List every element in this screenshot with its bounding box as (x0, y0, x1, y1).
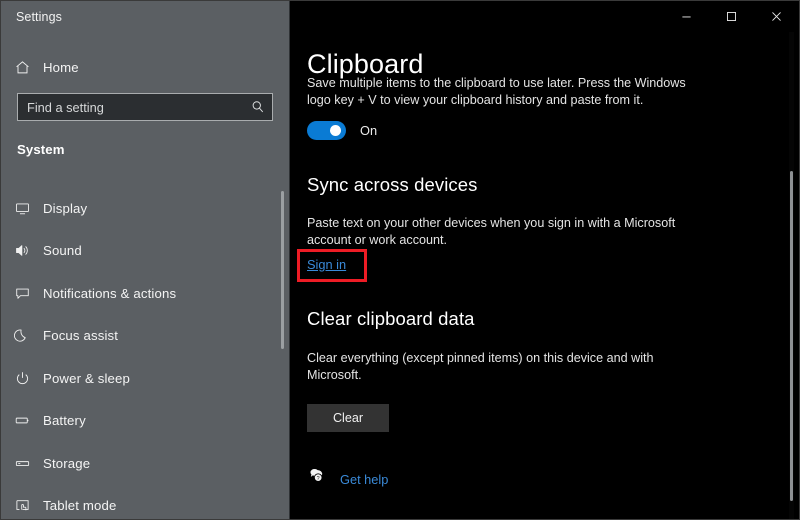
sync-section-description: Paste text on your other devices when yo… (307, 215, 702, 249)
window-controls (664, 1, 799, 32)
toggle-state-label: On (360, 123, 377, 138)
clear-section-description: Clear everything (except pinned items) o… (307, 350, 702, 384)
get-help-link[interactable]: ? Get help (307, 469, 388, 489)
sidebar-item-focus-assist[interactable]: Focus assist (1, 315, 276, 358)
tablet-hand-icon (1, 497, 43, 514)
sidebar-item-sound-label: Sound (43, 243, 82, 258)
sidebar-item-home[interactable]: Home (1, 54, 276, 81)
sidebar-item-storage-label: Storage (43, 456, 90, 471)
close-button[interactable] (754, 1, 799, 32)
maximize-button[interactable] (709, 1, 754, 32)
search-box[interactable] (17, 93, 273, 121)
sidebar-item-power-sleep-label: Power & sleep (43, 371, 130, 386)
sidebar-scrollbar[interactable] (281, 191, 284, 349)
monitor-icon (1, 200, 43, 217)
sidebar-item-storage[interactable]: Storage (1, 442, 276, 485)
sidebar-item-battery[interactable]: Battery (1, 400, 276, 443)
sidebar-item-notifications[interactable]: Notifications & actions (1, 272, 276, 315)
clear-button[interactable]: Clear (307, 404, 389, 432)
main-content: Clipboard Save multiple items to the cli… (290, 1, 799, 519)
sidebar-nav-list: Display Sound Notifica (1, 187, 276, 519)
sidebar-item-notifications-label: Notifications & actions (43, 286, 176, 301)
sidebar-item-home-label: Home (43, 60, 79, 75)
help-bubble-icon: ? (307, 469, 324, 489)
sidebar: Settings Home System (1, 1, 290, 519)
main-scrollbar[interactable] (790, 171, 793, 501)
svg-text:?: ? (317, 476, 320, 482)
get-help-label: Get help (340, 472, 388, 487)
battery-icon (1, 412, 43, 429)
notification-bubble-icon (1, 285, 43, 302)
sign-in-link[interactable]: Sign in (307, 257, 346, 272)
clear-section-heading: Clear clipboard data (307, 308, 475, 330)
sidebar-group-heading: System (17, 142, 65, 157)
minimize-button[interactable] (664, 1, 709, 32)
speaker-icon (1, 242, 43, 259)
home-icon (1, 59, 43, 76)
sidebar-item-display-label: Display (43, 201, 87, 216)
sidebar-item-sound[interactable]: Sound (1, 230, 276, 273)
clipboard-history-toggle[interactable]: On (307, 121, 377, 140)
app-title: Settings (16, 10, 62, 24)
sidebar-item-power-sleep[interactable]: Power & sleep (1, 357, 276, 400)
toggle-switch[interactable] (307, 121, 346, 140)
moon-icon (1, 327, 43, 344)
sync-section-heading: Sync across devices (307, 174, 478, 196)
sidebar-item-battery-label: Battery (43, 413, 86, 428)
storage-drive-icon (1, 455, 43, 472)
sidebar-item-tablet-mode-label: Tablet mode (43, 498, 117, 513)
search-input[interactable] (18, 100, 244, 115)
sidebar-item-display[interactable]: Display (1, 187, 276, 230)
power-icon (1, 370, 43, 387)
sidebar-item-tablet-mode[interactable]: Tablet mode (1, 485, 276, 520)
settings-window: Settings Home System (0, 0, 800, 520)
search-icon[interactable] (244, 94, 272, 120)
clipboard-description: Save multiple items to the clipboard to … (307, 75, 707, 108)
toggle-knob (330, 125, 341, 136)
sidebar-item-focus-assist-label: Focus assist (43, 328, 118, 343)
